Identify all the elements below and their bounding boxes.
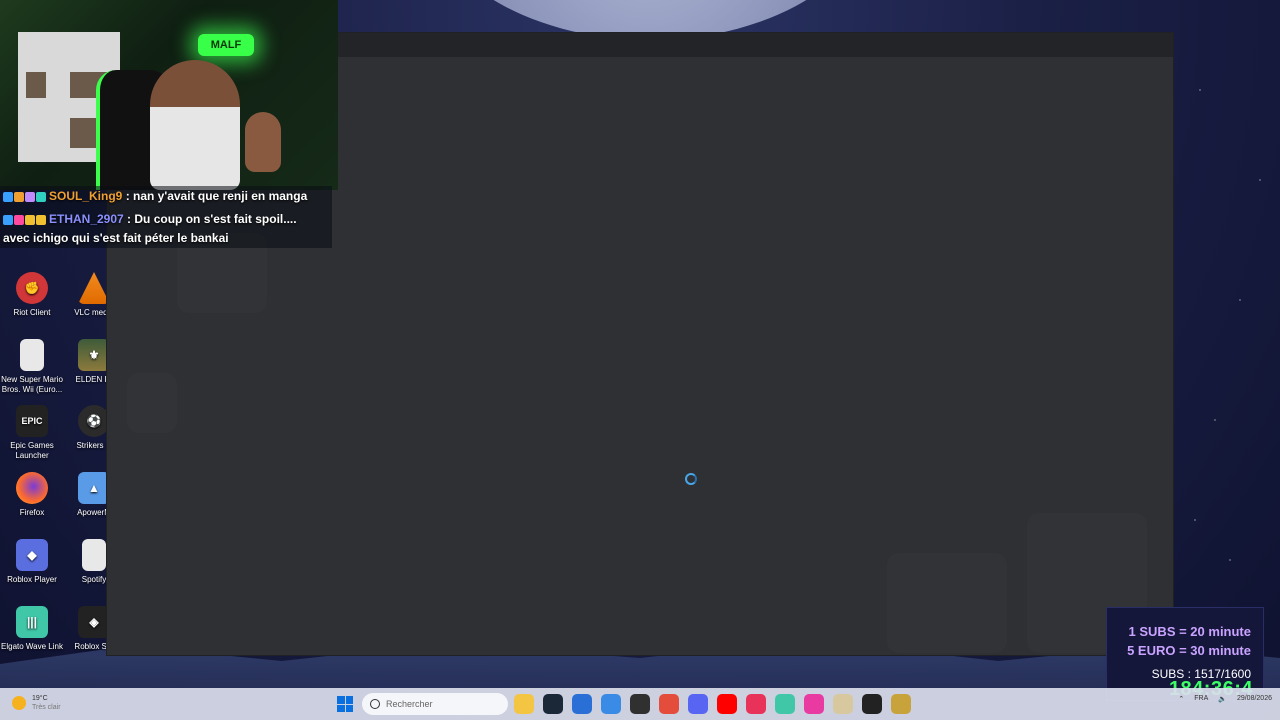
neon-sign: MALF xyxy=(198,34,254,56)
file-icon xyxy=(82,539,106,571)
file-explorer-icon[interactable] xyxy=(514,694,534,714)
background-shape xyxy=(127,373,177,433)
taskbar: 19°C Très clair Rechercher ⌃ FRA 🔈 29/08… xyxy=(0,688,1280,720)
windows-logo-icon xyxy=(337,696,345,704)
taskbar-apps xyxy=(514,694,911,714)
epic-icon[interactable] xyxy=(862,694,882,714)
battlenet-icon[interactable] xyxy=(601,694,621,714)
elgato-wave-link-icon: ||| xyxy=(16,606,48,638)
background-shape xyxy=(887,553,1007,653)
search-icon xyxy=(370,699,380,709)
webcam-overlay: MALF xyxy=(0,0,338,190)
start-button[interactable] xyxy=(337,696,353,712)
file-icon xyxy=(20,339,44,371)
desktop-icon-label: Riot Client xyxy=(13,308,51,317)
steam-icon[interactable] xyxy=(543,694,563,714)
desktop-icon-mario[interactable]: New Super Mario Bros. Wii (Euro... xyxy=(0,339,64,395)
system-tray: ⌃ FRA 🔈 29/08/2026 xyxy=(1178,694,1272,703)
speaker-icon[interactable]: 🔈 xyxy=(1218,695,1227,703)
sub-rate-label: 1 SUBS = 20 minute xyxy=(1128,624,1251,639)
elden-ring-icon: ⚜ xyxy=(78,339,110,371)
desktop-icon-epic-games[interactable]: EPIC Epic Games Launcher xyxy=(0,405,64,461)
firefox-icon xyxy=(16,472,48,504)
chat-message-continuation: avec ichigo qui s'est fait péter le bank… xyxy=(3,231,229,245)
desktop-icon-label: Roblox Player xyxy=(7,575,57,584)
launcher-icon[interactable] xyxy=(833,694,853,714)
wave-link-icon[interactable] xyxy=(775,694,795,714)
chat-badges xyxy=(3,191,46,202)
waving-hand xyxy=(245,112,281,172)
obs-icon[interactable] xyxy=(630,694,650,714)
chrome-icon[interactable] xyxy=(659,694,679,714)
discord-icon[interactable] xyxy=(688,694,708,714)
search-box[interactable]: Rechercher xyxy=(362,693,508,715)
lol-icon[interactable] xyxy=(891,694,911,714)
desktop-icon-label: Epic Games Launcher xyxy=(10,441,54,460)
chat-message: SOUL_King9 : nan y'avait que renji en ma… xyxy=(3,189,307,203)
desktop-icon-label: Firefox xyxy=(19,508,45,517)
desktop-icon-label: Elgato Wave Link xyxy=(1,642,63,651)
streamer xyxy=(150,60,240,190)
language-indicator[interactable]: FRA xyxy=(1194,695,1208,702)
weather-widget[interactable]: 19°C Très clair xyxy=(12,694,61,712)
desktop-icon-label: New Super Mario Bros. Wii (Euro... xyxy=(1,375,63,394)
camera-app-icon[interactable] xyxy=(804,694,824,714)
subathon-widget: 1 SUBS = 20 minute 5 EURO = 30 minute SU… xyxy=(1106,607,1264,701)
microsoft-store-icon[interactable] xyxy=(572,694,592,714)
chat-badges xyxy=(3,214,46,225)
desktop-icon-elgato-wave-link[interactable]: ||| Elgato Wave Link xyxy=(0,606,64,652)
loading-spinner xyxy=(685,473,697,485)
weather-desc: Très clair xyxy=(32,704,61,711)
desktop-icon-riot-client[interactable]: ✊ Riot Client xyxy=(0,272,64,318)
chat-text: avec ichigo qui s'est fait péter le bank… xyxy=(3,231,229,245)
roblox-studio-icon: ◈ xyxy=(78,606,110,638)
chat-text: : Du coup on s'est fait spoil.... xyxy=(127,212,297,226)
desktop-icon-firefox[interactable]: Firefox xyxy=(0,472,64,518)
sun-icon xyxy=(12,696,26,710)
vlc-icon xyxy=(78,272,110,304)
weather-temp: 19°C xyxy=(32,695,48,702)
euro-rate-label: 5 EURO = 30 minute xyxy=(1127,643,1251,658)
apowermirror-icon: ▲ xyxy=(78,472,110,504)
desktop-icon-roblox-player[interactable]: ◆ Roblox Player xyxy=(0,539,64,585)
chevron-up-icon[interactable]: ⌃ xyxy=(1178,695,1184,703)
chat-overlay: SOUL_King9 : nan y'avait que renji en ma… xyxy=(0,186,332,248)
weather-text: 19°C Très clair xyxy=(32,694,61,712)
tiktok-icon[interactable] xyxy=(746,694,766,714)
youtube-icon[interactable] xyxy=(717,694,737,714)
epic-games-icon: EPIC xyxy=(16,405,48,437)
date-label: 29/08/2026 xyxy=(1236,695,1272,702)
riot-client-icon: ✊ xyxy=(16,272,48,304)
strikers-icon: ⚽ xyxy=(78,405,110,437)
chat-message: ETHAN_2907 : Du coup on s'est fait spoil… xyxy=(3,212,297,226)
clock[interactable]: 29/08/2026 xyxy=(1237,694,1272,703)
roblox-icon: ◆ xyxy=(16,539,48,571)
search-placeholder: Rechercher xyxy=(386,699,433,709)
chat-username: SOUL_King9 xyxy=(49,189,123,203)
chat-username: ETHAN_2907 xyxy=(49,212,124,226)
chat-text: : nan y'avait que renji en manga xyxy=(125,189,308,203)
